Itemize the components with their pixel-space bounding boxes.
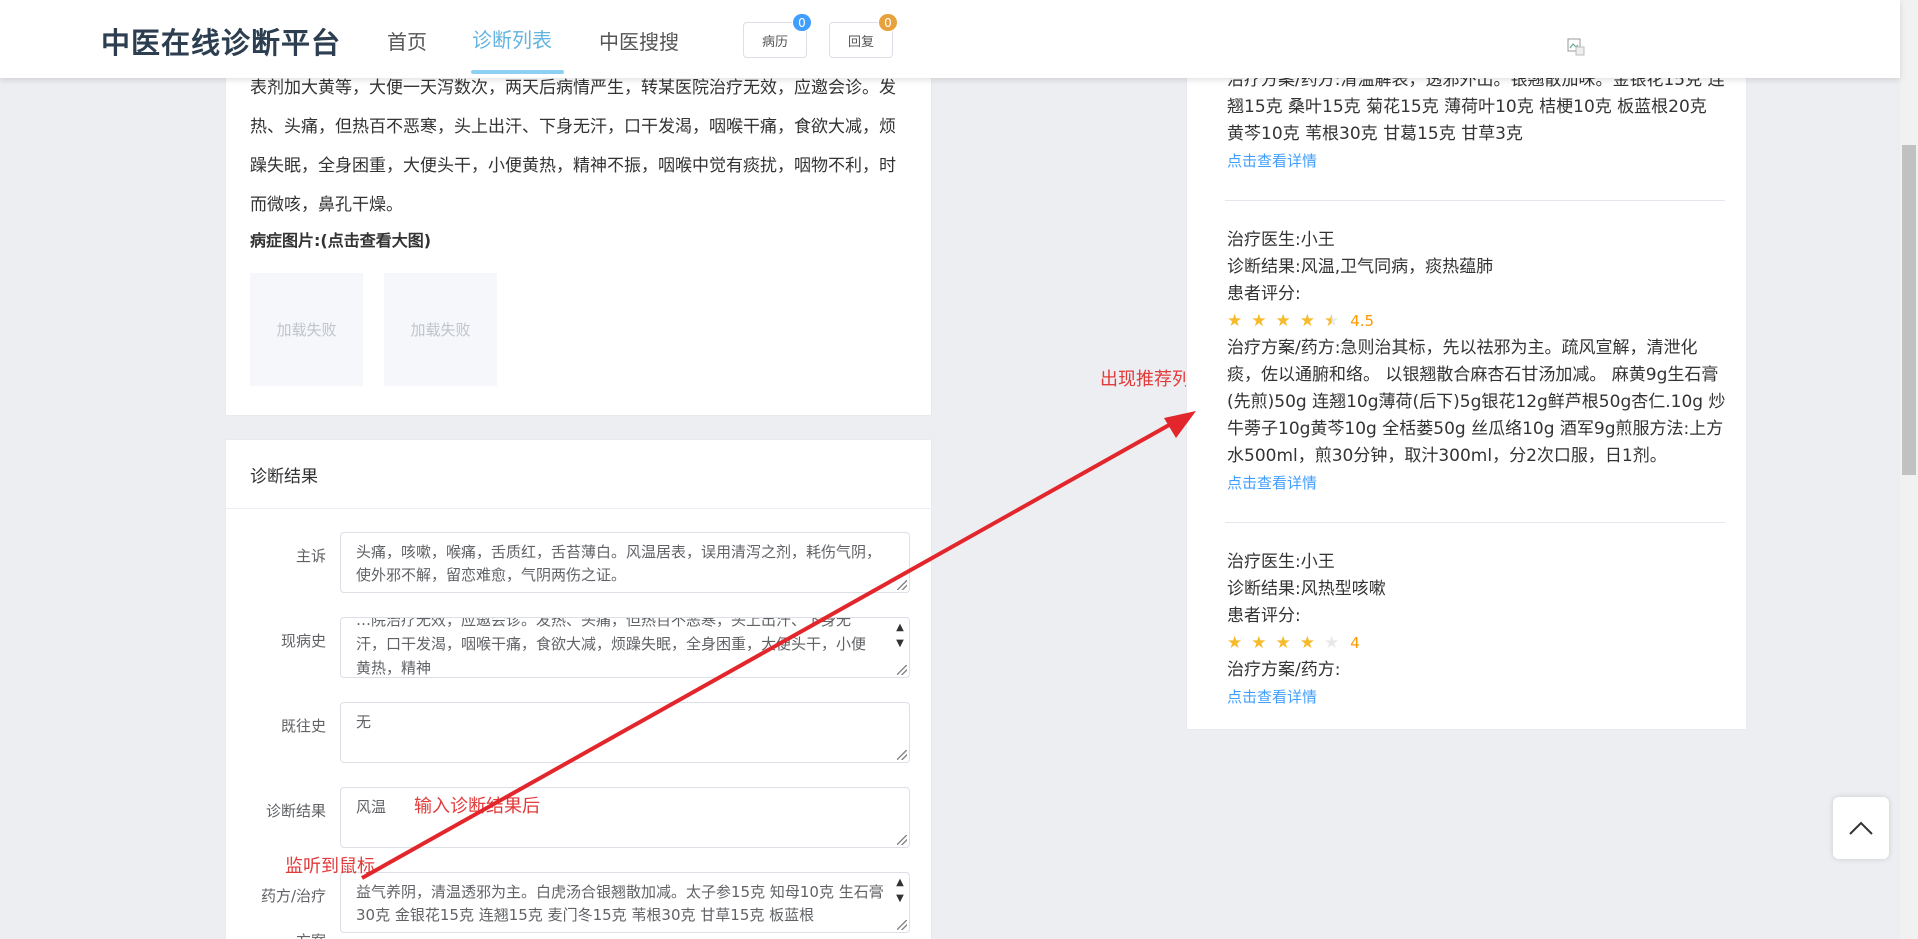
recommendation-item-3: 治疗医生:小王 诊断结果:风热型咳嗽 患者评分: ★ ★ ★ ★ ★ 4 治疗方… <box>1227 549 1727 711</box>
chief-complaint-label: 主诉 <box>295 547 326 565</box>
chief-complaint-input[interactable]: 头痛，咳嗽，喉痛，舌质红，舌苔薄白。风温居表，误用清泻之剂，耗伤气阴，使外邪不解… <box>340 532 910 593</box>
star-icon: ★ <box>1251 311 1267 331</box>
reply-label: 回复 <box>847 34 874 50</box>
rec3-rating-label: 患者评分: <box>1227 606 1301 626</box>
star-icon: ★ <box>1275 311 1291 331</box>
brand-title: 中医在线诊断平台 <box>101 26 342 60</box>
star-icon: ★ <box>1299 311 1315 331</box>
annotation-after-input: 输入诊断结果后 <box>414 796 540 817</box>
star-icon: ★ <box>1227 311 1243 331</box>
reply-badge: 0 <box>878 13 898 32</box>
prescription-label: 药方/治疗 <box>260 887 326 905</box>
symptom-images-label[interactable]: 病症图片:(点击查看大图) <box>250 227 431 251</box>
scroll-up-icon[interactable]: ▲ <box>896 620 904 636</box>
symptom-image-2[interactable]: 加载失败 <box>384 273 497 386</box>
symptom-image-1[interactable]: 加载失败 <box>250 273 363 386</box>
present-illness-value: …院治疗无效，应邀会诊。发热、头痛，但热百不恶寒，头上出汗、下身无汗，口干发渴，… <box>356 617 867 677</box>
prescription-value: 益气养阴，清温透邪为主。白虎汤合银翘散加减。太子参15克 知母10克 生石膏30… <box>356 883 884 924</box>
diagnosis-result-label: 诊断结果 <box>265 802 326 820</box>
past-history-input[interactable]: 无 <box>340 702 910 763</box>
divider <box>1225 200 1725 201</box>
rec2-result: 诊断结果:风温,卫气同病，痰热蕴肺 <box>1227 257 1494 277</box>
medical-record-badge: 0 <box>792 13 812 32</box>
present-illness-label: 现病史 <box>280 632 326 650</box>
nav-diagnosis-list[interactable]: 诊断列表 <box>472 24 552 53</box>
past-history-label: 既往史 <box>280 717 326 735</box>
resize-handle[interactable] <box>897 920 907 930</box>
present-illness-input[interactable]: …院治疗无效，应邀会诊。发热、头痛，但热百不恶寒，头上出汗、下身无汗，口干发渴，… <box>340 617 910 678</box>
nav-tcm-search[interactable]: 中医搜搜 <box>599 26 679 55</box>
back-to-top-button[interactable] <box>1833 797 1889 859</box>
star-icon: ★ <box>1227 633 1243 653</box>
scroll-down-icon[interactable]: ▼ <box>896 636 904 652</box>
medical-record-label: 病历 <box>761 34 788 50</box>
recommendation-panel: 治疗方案/药方:清温解表，透邪外出。银翘散加味。金银花15克 连翘15克 桑叶1… <box>1186 40 1747 730</box>
resize-handle[interactable] <box>897 750 907 760</box>
recommendation-item-1: 治疗方案/药方:清温解表，透邪外出。银翘散加味。金银花15克 连翘15克 桑叶1… <box>1227 67 1727 175</box>
broken-image-icon <box>1567 38 1585 56</box>
nav-home[interactable]: 首页 <box>387 26 427 55</box>
page-scrollbar-thumb[interactable] <box>1902 145 1916 475</box>
rec2-doctor: 治疗医生:小王 <box>1227 230 1335 250</box>
top-header: 中医在线诊断平台 首页 诊断列表 中医搜搜 病历 0 回复 0 <box>0 0 1900 78</box>
rec3-result: 诊断结果:风热型咳嗽 <box>1227 579 1386 599</box>
rec3-score: 4 <box>1350 634 1360 652</box>
rec2-rating-stars: ★ ★ ★ ★ ★ 4.5 <box>1227 308 1727 335</box>
divider <box>1225 522 1725 523</box>
star-icon: ★ <box>1275 633 1291 653</box>
plan-label: 方案 <box>226 930 326 939</box>
rec2-plan: 治疗方案/药方:急则治其标，先以祛邪为主。疏风宣解，清泄化痰，佐以通腑和络。 以… <box>1227 338 1726 466</box>
annotation-mouse-listen: 监听到鼠标 <box>285 856 375 877</box>
chief-complaint-value: 头痛，咳嗽，喉痛，舌质红，舌苔薄白。风温居表，误用清泻之剂，耗伤气阴，使外邪不解… <box>356 543 882 584</box>
chevron-up-icon <box>1849 821 1873 835</box>
diagnosis-card-title: 诊断结果 <box>250 467 318 487</box>
star-icon: ★ <box>1299 633 1315 653</box>
divider <box>226 508 931 509</box>
symptom-description: 表剂加大黄等，大便一天泻数次，两天后病情严生，转某医院治疗无效，应邀会诊。发热、… <box>250 78 896 215</box>
rec3-detail-link[interactable]: 点击查看详情 <box>1227 684 1727 711</box>
scroll-down-icon[interactable]: ▼ <box>896 891 904 907</box>
rec2-detail-link[interactable]: 点击查看详情 <box>1227 470 1727 497</box>
diagnosis-result-value: 风温 <box>356 798 387 816</box>
rec1-detail-link[interactable]: 点击查看详情 <box>1227 148 1727 175</box>
resize-handle[interactable] <box>897 665 907 675</box>
reply-button[interactable]: 回复 0 <box>829 13 898 58</box>
rec1-plan: 治疗方案/药方:清温解表，透邪外出。银翘散加味。金银花15克 连翘15克 桑叶1… <box>1227 70 1725 144</box>
nav-active-indicator <box>471 70 564 74</box>
scroll-up-icon[interactable]: ▲ <box>896 875 904 891</box>
rec3-doctor: 治疗医生:小王 <box>1227 552 1335 572</box>
past-history-value: 无 <box>356 713 372 731</box>
resize-handle[interactable] <box>897 580 907 590</box>
rec3-plan: 治疗方案/药方: <box>1227 660 1341 680</box>
rec2-score: 4.5 <box>1350 312 1375 330</box>
star-empty-icon: ★ <box>1324 633 1340 653</box>
rec3-rating-stars: ★ ★ ★ ★ ★ 4 <box>1227 630 1727 657</box>
prescription-input[interactable]: 益气养阴，清温透邪为主。白虎汤合银翘散加减。太子参15克 知母10克 生石膏30… <box>340 872 910 933</box>
medical-record-button[interactable]: 病历 0 <box>743 13 812 58</box>
recommendation-item-2: 治疗医生:小王 诊断结果:风温,卫气同病，痰热蕴肺 患者评分: ★ ★ ★ ★ … <box>1227 227 1727 497</box>
star-icon: ★ <box>1251 633 1267 653</box>
resize-handle[interactable] <box>897 835 907 845</box>
rec2-rating-label: 患者评分: <box>1227 284 1301 304</box>
symptom-card: 表剂加大黄等，大便一天泻数次，两天后病情严生，转某医院治疗无效，应邀会诊。发热、… <box>225 40 932 416</box>
star-half-icon: ★ <box>1324 308 1339 335</box>
